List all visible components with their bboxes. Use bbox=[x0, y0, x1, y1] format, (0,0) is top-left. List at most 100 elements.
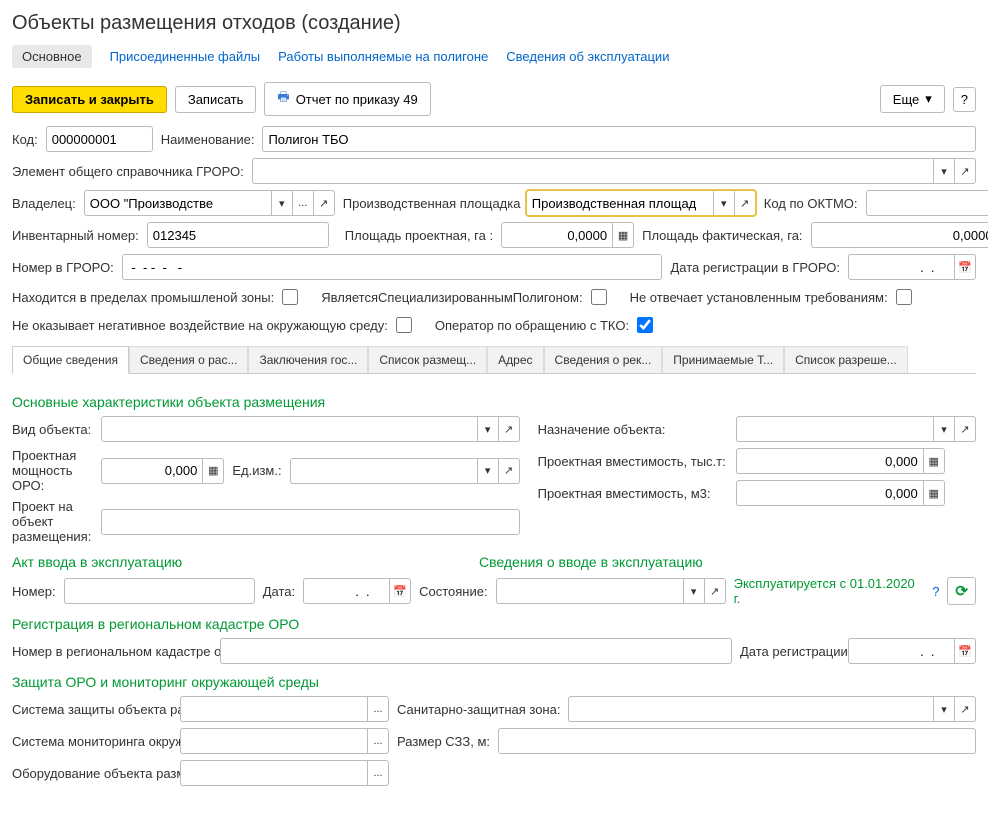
state-input[interactable] bbox=[496, 578, 683, 604]
report-button[interactable]: 🖶 Отчет по приказу 49 bbox=[264, 82, 430, 116]
tko-checkbox[interactable] bbox=[637, 317, 653, 333]
calendar-icon[interactable]: 📅 bbox=[389, 578, 411, 604]
refresh-button[interactable]: ⟳ bbox=[947, 577, 976, 605]
open-icon[interactable]: ↗ bbox=[954, 158, 976, 184]
spec-checkbox[interactable] bbox=[591, 289, 607, 305]
tab-accepted[interactable]: Принимаемые Т... bbox=[662, 346, 784, 373]
reg-num-label: Номер в региональном кадастре отходов: bbox=[12, 644, 212, 659]
dropdown-icon[interactable]: ▾ bbox=[271, 190, 292, 216]
act-num-input[interactable] bbox=[64, 578, 255, 604]
owner-input[interactable] bbox=[84, 190, 271, 216]
section-act: Акт ввода в эксплуатацию bbox=[12, 554, 485, 570]
nav-polygon-works[interactable]: Работы выполняемые на полигоне bbox=[278, 49, 488, 64]
purpose-input[interactable] bbox=[736, 416, 933, 442]
dropdown-icon[interactable]: ▾ bbox=[933, 696, 954, 722]
nav-operation-info[interactable]: Сведения об эксплуатации bbox=[506, 49, 669, 64]
calculator-icon[interactable]: ▦ bbox=[202, 458, 224, 484]
act-num-label: Номер: bbox=[12, 584, 56, 599]
dropdown-icon[interactable]: ▾ bbox=[933, 416, 954, 442]
protect-label: Система защиты объекта размещения: bbox=[12, 702, 172, 717]
inventory-input[interactable] bbox=[147, 222, 329, 248]
tab-placement-list[interactable]: Список размещ... bbox=[368, 346, 487, 373]
tab-gov-conclusions[interactable]: Заключения гос... bbox=[248, 346, 368, 373]
owner-combo: ▾ ... ↗ bbox=[84, 190, 335, 216]
zone-checkbox[interactable] bbox=[282, 289, 298, 305]
open-icon[interactable]: ↗ bbox=[954, 696, 976, 722]
tko-check-label: Оператор по обращению с ТКО: bbox=[435, 318, 629, 333]
area-proj-input[interactable] bbox=[501, 222, 612, 248]
reg-num-input[interactable] bbox=[220, 638, 732, 664]
capacity-input[interactable] bbox=[101, 458, 202, 484]
area-proj-field: ▦ bbox=[501, 222, 634, 248]
proj-input[interactable] bbox=[101, 509, 519, 535]
groro-date-input[interactable] bbox=[848, 254, 954, 280]
nav-attached-files[interactable]: Присоединенные файлы bbox=[110, 49, 261, 64]
open-icon[interactable]: ↗ bbox=[313, 190, 335, 216]
equip-label: Оборудование объекта размещения: bbox=[12, 766, 172, 781]
calendar-icon[interactable]: 📅 bbox=[954, 254, 976, 280]
toolbar: Записать и закрыть Записать 🖶 Отчет по п… bbox=[12, 82, 976, 116]
oktmo-input[interactable] bbox=[866, 190, 988, 216]
groro-num-label: Номер в ГРОРО: bbox=[12, 260, 114, 275]
open-icon[interactable]: ↗ bbox=[704, 578, 726, 604]
szz-size-input[interactable] bbox=[498, 728, 976, 754]
vol-t-input[interactable] bbox=[736, 448, 923, 474]
open-icon[interactable]: ↗ bbox=[498, 416, 520, 442]
more-button[interactable]: Еще ▾ bbox=[880, 85, 945, 113]
req-checkbox[interactable] bbox=[896, 289, 912, 305]
vol-t-label: Проектная вместимость, тыс.т: bbox=[538, 454, 726, 469]
area-fact-input[interactable] bbox=[811, 222, 988, 248]
calendar-icon[interactable]: 📅 bbox=[954, 638, 976, 664]
select-icon[interactable]: ... bbox=[367, 696, 389, 722]
select-icon[interactable]: ... bbox=[367, 728, 389, 754]
site-combo: ▾ ↗ bbox=[526, 190, 756, 216]
monitoring-input[interactable] bbox=[180, 728, 367, 754]
area-proj-label: Площадь проектная, га : bbox=[345, 228, 493, 243]
more-button-label: Еще bbox=[893, 92, 919, 107]
groro-num-input[interactable] bbox=[122, 254, 663, 280]
dropdown-icon[interactable]: ▾ bbox=[477, 416, 498, 442]
tab-placement-info[interactable]: Сведения о рас... bbox=[129, 346, 249, 373]
neg-checkbox[interactable] bbox=[396, 317, 412, 333]
szz-input[interactable] bbox=[568, 696, 933, 722]
save-close-button[interactable]: Записать и закрыть bbox=[12, 86, 167, 113]
tab-recultivation[interactable]: Сведения о рек... bbox=[544, 346, 663, 373]
equip-input[interactable] bbox=[180, 760, 367, 786]
nav-main[interactable]: Основное bbox=[12, 45, 92, 68]
code-input[interactable] bbox=[46, 126, 153, 152]
help-link[interactable]: ? bbox=[932, 584, 939, 599]
purpose-combo: ▾ ↗ bbox=[736, 416, 976, 442]
open-icon[interactable]: ↗ bbox=[498, 458, 520, 484]
groro-element-input[interactable] bbox=[252, 158, 933, 184]
dropdown-icon[interactable]: ▾ bbox=[477, 458, 498, 484]
select-icon[interactable]: ... bbox=[367, 760, 389, 786]
code-label: Код: bbox=[12, 132, 38, 147]
save-button[interactable]: Записать bbox=[175, 86, 257, 113]
name-input[interactable] bbox=[262, 126, 976, 152]
nav-tabs: Основное Присоединенные файлы Работы вып… bbox=[12, 45, 976, 68]
reg-date-label: Дата регистрации в РРОРО: bbox=[740, 644, 840, 659]
protect-input[interactable] bbox=[180, 696, 367, 722]
tab-address[interactable]: Адрес bbox=[487, 346, 543, 373]
dropdown-icon[interactable]: ▾ bbox=[713, 190, 734, 216]
tab-permits[interactable]: Список разреше... bbox=[784, 346, 908, 373]
unit-input[interactable] bbox=[290, 458, 477, 484]
vol-m3-input[interactable] bbox=[736, 480, 923, 506]
reg-date-input[interactable] bbox=[848, 638, 954, 664]
unit-label: Ед.изм.: bbox=[232, 463, 281, 478]
calculator-icon[interactable]: ▦ bbox=[923, 448, 945, 474]
obj-type-input[interactable] bbox=[101, 416, 476, 442]
tab-general[interactable]: Общие сведения bbox=[12, 346, 129, 374]
calculator-icon[interactable]: ▦ bbox=[612, 222, 634, 248]
help-button[interactable]: ? bbox=[953, 87, 976, 112]
act-date-input[interactable] bbox=[303, 578, 389, 604]
dropdown-icon[interactable]: ▾ bbox=[933, 158, 954, 184]
open-icon[interactable]: ↗ bbox=[734, 190, 756, 216]
dropdown-icon[interactable]: ▾ bbox=[683, 578, 704, 604]
groro-date-field: 📅 bbox=[848, 254, 976, 280]
select-icon[interactable]: ... bbox=[292, 190, 313, 216]
vol-m3-label: Проектная вместимость, м3: bbox=[538, 486, 726, 501]
open-icon[interactable]: ↗ bbox=[954, 416, 976, 442]
calculator-icon[interactable]: ▦ bbox=[923, 480, 945, 506]
site-input[interactable] bbox=[526, 190, 713, 216]
